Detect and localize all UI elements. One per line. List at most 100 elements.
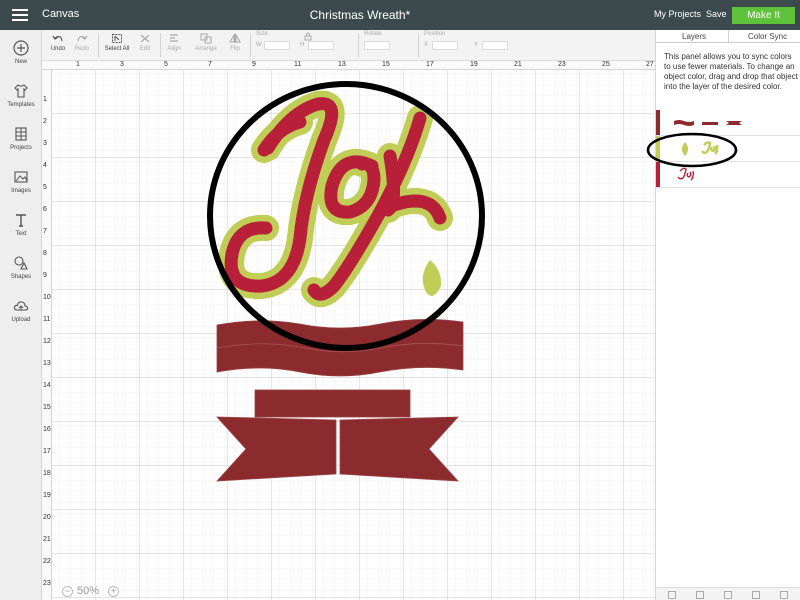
ruler-tick-label: 1 (76, 61, 80, 68)
zoom-level: 50% (77, 585, 100, 597)
ruler-tick-label: 3 (120, 61, 124, 68)
sidebar-item-text[interactable]: Text (0, 212, 42, 237)
align-icon (170, 34, 178, 42)
sidebar-label-images: Images (11, 188, 31, 194)
redo-icon (77, 35, 88, 42)
ruler-vertical: 1 2 3 4 5 6 7 8 9 10 11 12 13 14 15 16 1… (42, 70, 52, 600)
zoom-control: − 50% + (62, 584, 122, 600)
ruler-tick-label: 22 (43, 558, 51, 565)
ruler-tick-label: 3 (43, 140, 47, 147)
sidebar-label-projects: Projects (10, 145, 32, 151)
sidebar-item-shapes[interactable]: Shapes (0, 255, 42, 280)
zoom-out-button[interactable]: − (62, 586, 73, 597)
position-label: Position (424, 31, 446, 37)
ungroup-icon[interactable] (696, 591, 704, 599)
group-icon[interactable] (668, 591, 676, 599)
ruler-tick-label: 19 (43, 492, 51, 499)
document-title[interactable]: Christmas Wreath* (0, 8, 720, 22)
edit-button[interactable]: Edit (134, 33, 156, 52)
y-label: Y (474, 42, 479, 48)
x-input[interactable] (432, 41, 458, 50)
lock-icon[interactable] (304, 32, 312, 41)
select-all-label: Select All (104, 46, 130, 52)
tshirt-icon (14, 84, 28, 98)
rotate-label: Rotate (364, 31, 382, 37)
flip-label: Flip (230, 46, 240, 52)
sidebar-item-images[interactable]: Images (0, 169, 42, 194)
panel-bottom-bar (656, 587, 800, 600)
ruler-tick-label: 6 (43, 206, 47, 213)
ruler-tick-label: 14 (43, 382, 51, 389)
zoom-in-button[interactable]: + (108, 586, 119, 597)
ruler-tick-label: 7 (208, 61, 212, 68)
save-button[interactable]: Save (706, 9, 727, 19)
x-label: X (424, 42, 429, 48)
ruler-tick-label: 1 (43, 96, 47, 103)
duplicate-icon[interactable] (724, 591, 732, 599)
cloud-upload-icon (13, 301, 29, 311)
width-input[interactable] (264, 41, 290, 50)
rotate-input[interactable] (364, 41, 390, 50)
color-sync-description: This panel allows you to sync colors to … (664, 52, 798, 91)
attach-icon[interactable] (780, 591, 788, 599)
ruler-tick-label: 13 (43, 360, 51, 367)
flip-icon (229, 33, 241, 43)
design-canvas[interactable] (52, 70, 655, 600)
ruler-tick-label: 15 (43, 404, 51, 411)
align-button[interactable]: Align (164, 33, 184, 52)
ruler-tick-label: 11 (43, 316, 51, 323)
ruler-tick-label: 11 (294, 61, 302, 68)
ruler-tick-label: 17 (426, 61, 434, 68)
sidebar-label-new: New (14, 59, 27, 65)
ruler-tick-label: 4 (43, 162, 47, 169)
ruler-tick-label: 16 (43, 426, 51, 433)
height-label: H (300, 42, 305, 48)
select-all-button[interactable]: Select All (102, 33, 132, 52)
size-label: Size (256, 31, 268, 37)
ruler-tick-label: 8 (43, 250, 47, 257)
ruler-tick-label: 23 (43, 580, 51, 587)
sidebar-label-text: Text (15, 231, 27, 237)
ruler-tick-label: 18 (43, 470, 51, 477)
tab-layers[interactable]: Layers (682, 32, 706, 41)
align-label: Align (167, 46, 181, 52)
redo-button[interactable]: Redo (72, 33, 92, 52)
sidebar-item-upload[interactable]: Upload (0, 298, 42, 323)
toolbar-divider (160, 33, 161, 57)
top-bar: Canvas Christmas Wreath* My Projects Sav… (0, 0, 800, 30)
make-it-button[interactable]: Make It (732, 7, 795, 24)
ruler-tick-label: 2 (43, 118, 47, 125)
arrange-button[interactable]: Arrange (192, 33, 220, 52)
ruler-tick-label: 21 (514, 61, 522, 68)
ruler-tick-label: 17 (43, 448, 51, 455)
my-projects-link[interactable]: My Projects (654, 9, 701, 19)
text-t-icon (16, 214, 26, 227)
tab-color-sync[interactable]: Color Sync (748, 32, 787, 41)
y-input[interactable] (482, 41, 508, 50)
rectangle-banner[interactable] (254, 389, 411, 418)
ruler-tick-label: 9 (252, 61, 256, 68)
flip-button[interactable]: Flip (226, 33, 244, 52)
arrange-icon (200, 33, 212, 44)
sidebar-item-new[interactable]: New (0, 40, 42, 65)
edit-toolbar: Undo Redo Select All Edit Align Arrange … (42, 30, 655, 61)
ruler-tick-label: 5 (43, 184, 47, 191)
sidebar-label-shapes: Shapes (10, 274, 32, 280)
delete-icon[interactable] (752, 591, 760, 599)
plus-circle-icon (13, 40, 29, 56)
select-all-icon (112, 34, 122, 43)
sidebar-item-projects[interactable]: Projects (0, 126, 42, 151)
undo-button[interactable]: Undo (48, 33, 68, 52)
canvas-artwork (52, 70, 655, 600)
height-input[interactable] (308, 41, 334, 50)
ruler-tick-label: 27 (646, 61, 654, 68)
banner-thumbnails[interactable] (674, 119, 754, 127)
ruler-tick-label: 9 (43, 272, 47, 279)
ruler-tick-label: 25 (602, 61, 610, 68)
ruler-tick-label: 19 (470, 61, 478, 68)
panel-tabs: Layers Color Sync (656, 30, 800, 43)
toolbar-divider (98, 33, 99, 57)
ruler-tick-label: 23 (558, 61, 566, 68)
sidebar-item-templates[interactable]: Templates (0, 83, 42, 108)
ruler-tick-label: 7 (43, 228, 47, 235)
